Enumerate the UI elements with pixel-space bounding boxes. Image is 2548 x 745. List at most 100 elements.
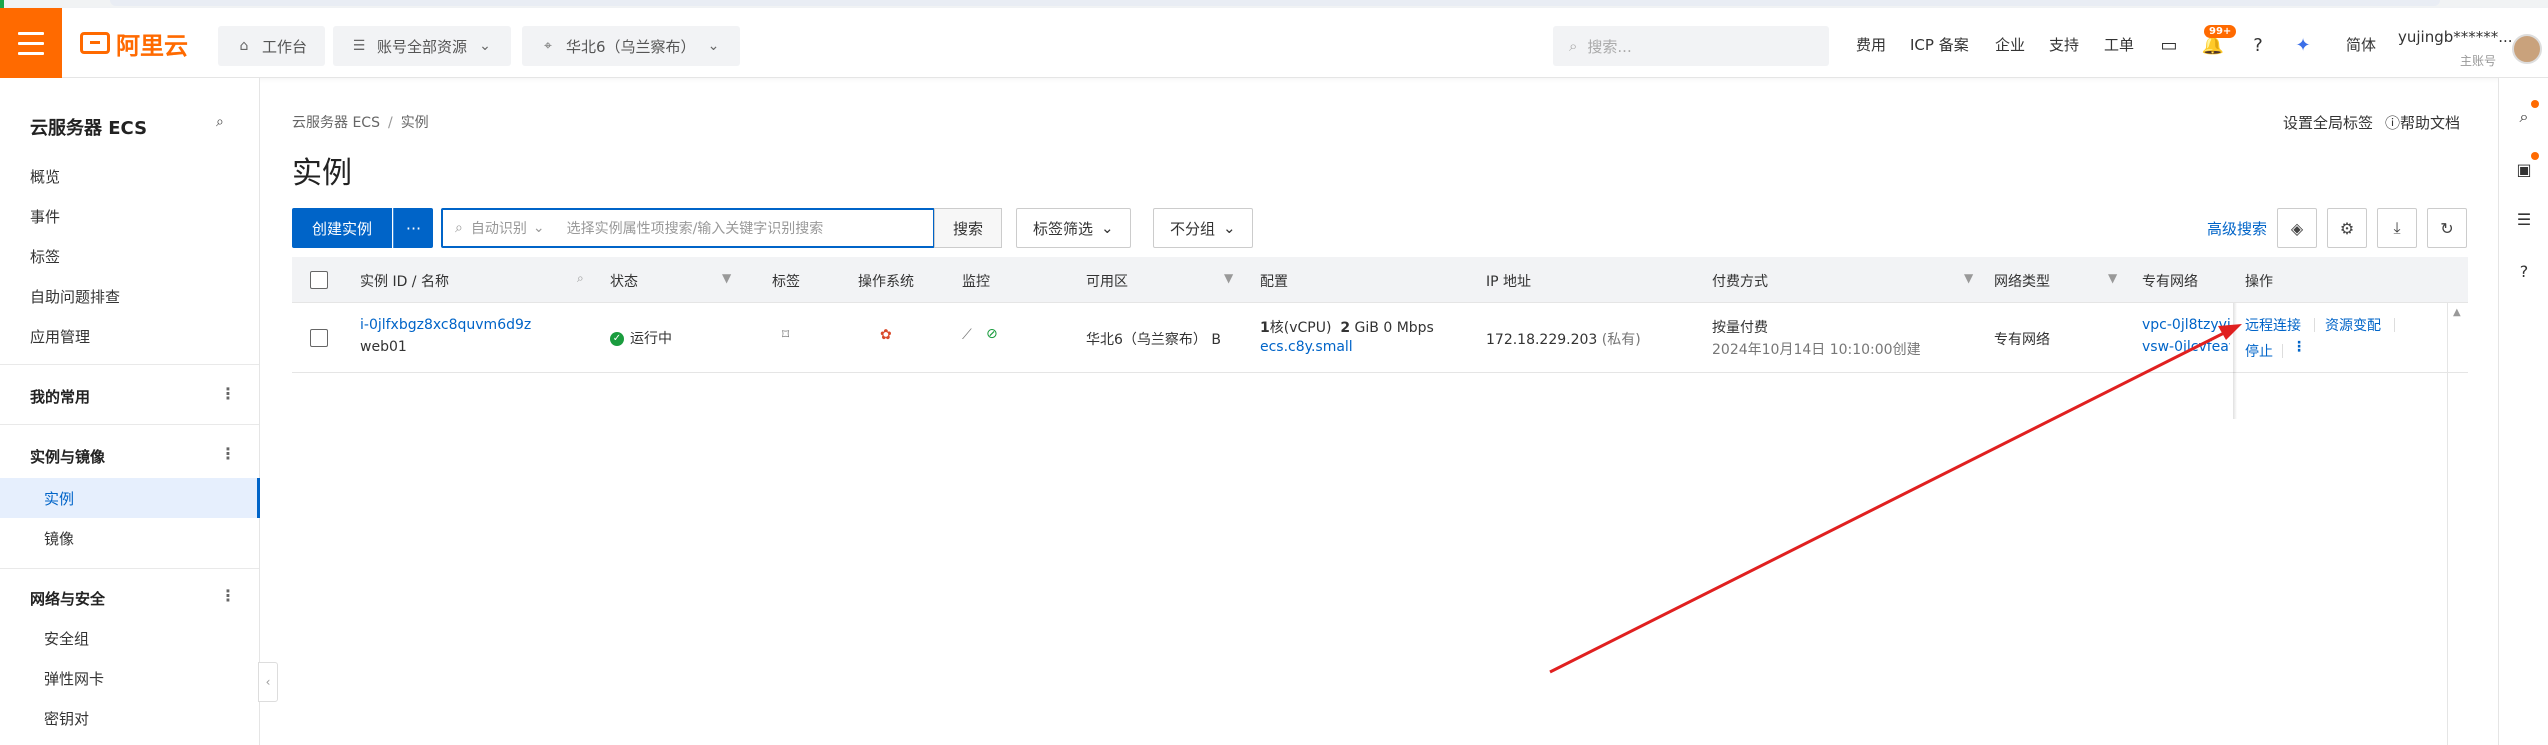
- select-all-checkbox[interactable]: [310, 271, 328, 289]
- help-icon[interactable]: ?: [2513, 260, 2535, 282]
- sidebar-item-eni[interactable]: 弹性网卡: [44, 668, 104, 689]
- region-dropdown[interactable]: ⌖ 华北6（乌兰察布） ⌄: [522, 26, 740, 66]
- create-instance-button[interactable]: 创建实例: [292, 208, 392, 248]
- instance-filter-input[interactable]: ⌕ 自动识别 ⌄ 选择实例属性项搜索/输入关键字识别搜索: [441, 208, 935, 248]
- sidebar-item-tags[interactable]: 标签: [30, 246, 60, 267]
- breadcrumb-instances: 实例: [400, 115, 429, 131]
- list-icon: ☰: [352, 38, 366, 54]
- nav-link-enterprise[interactable]: 企业: [1995, 34, 2025, 55]
- sidebar-item-security-group[interactable]: 安全组: [44, 628, 89, 649]
- sidebar-search-icon[interactable]: ⌕: [216, 114, 224, 130]
- sidebar-item-images[interactable]: 镜像: [44, 528, 74, 549]
- sidebar-item-app-management[interactable]: 应用管理: [30, 326, 90, 347]
- instance-name: web01: [360, 339, 407, 355]
- sidebar-item-troubleshoot[interactable]: 自助问题排查: [30, 286, 120, 307]
- sidebar-group-favorites[interactable]: 我的常用: [30, 386, 90, 407]
- group-dropdown[interactable]: 不分组 ⌄: [1153, 208, 1253, 248]
- sidebar-item-keypair[interactable]: 密钥对: [44, 708, 89, 729]
- more-actions-button[interactable]: ···: [393, 208, 433, 248]
- aliyun-logo-icon: [80, 32, 110, 54]
- home-icon: ⌂: [239, 38, 249, 54]
- remote-connect-link[interactable]: 远程连接: [2245, 315, 2301, 335]
- refresh-icon[interactable]: ↻: [2427, 208, 2467, 248]
- resize-link[interactable]: 资源变配: [2325, 315, 2381, 335]
- breadcrumb-ecs[interactable]: 云服务器 ECS: [292, 115, 380, 131]
- help-docs-link[interactable]: ⓘ帮助文档: [2385, 112, 2460, 133]
- sidebar-group-instances[interactable]: 实例与镜像: [30, 446, 105, 467]
- more-icon[interactable]: ⋮: [220, 384, 236, 403]
- layers-icon[interactable]: ◈: [2277, 208, 2317, 248]
- filter-icon[interactable]: ▼: [1964, 271, 1973, 285]
- search-icon[interactable]: ⌕: [577, 271, 584, 286]
- col-instance-id: 实例 ID / 名称: [360, 274, 449, 290]
- tag-filter-dropdown[interactable]: 标签筛选 ⌄: [1016, 208, 1131, 248]
- stop-link[interactable]: 停止: [2245, 341, 2273, 361]
- global-tags-link[interactable]: 设置全局标签: [2283, 112, 2373, 133]
- menu-icon[interactable]: [0, 8, 62, 78]
- account-resources-dropdown[interactable]: ☰ 账号全部资源 ⌄: [333, 26, 512, 66]
- help-icon[interactable]: ?: [2247, 34, 2269, 56]
- zone-text: 华北6（乌兰察布） B: [1086, 332, 1221, 348]
- chevron-down-icon: ⌄: [707, 38, 720, 54]
- global-search-input[interactable]: ⌕ 搜索...: [1553, 26, 1829, 66]
- scroll-up-icon[interactable]: ▲: [2453, 307, 2461, 318]
- search-button[interactable]: 搜索: [934, 208, 1003, 248]
- more-icon[interactable]: ⋮: [220, 444, 236, 463]
- annotation-arrow-line: [1549, 328, 2231, 674]
- sidebar-item-events[interactable]: 事件: [30, 206, 60, 227]
- chart-icon[interactable]: ⟋: [962, 327, 972, 343]
- status-badge: ✓ 运行中: [610, 328, 672, 348]
- cpu-unit: 核(vCPU): [1269, 320, 1332, 336]
- sidebar-collapse-button[interactable]: ‹: [258, 662, 278, 702]
- nav-link-support[interactable]: 支持: [2049, 34, 2079, 55]
- divider: [0, 364, 259, 365]
- spec-link[interactable]: ecs.c8y.small: [1260, 339, 1353, 355]
- config-text: 1核(vCPU) 2 GiB 0 Mbps: [1260, 317, 1434, 337]
- document-icon[interactable]: ☰: [2513, 208, 2535, 230]
- browser-top-strip: [0, 0, 2548, 70]
- workbench-button[interactable]: ⌂ 工作台: [218, 26, 326, 66]
- os-logo-icon: ✿: [880, 327, 892, 343]
- search-icon[interactable]: ⌕: [2513, 106, 2535, 128]
- nav-link-fees[interactable]: 费用: [1856, 34, 1886, 55]
- table-scrollbar[interactable]: ▲: [2447, 303, 2467, 745]
- filter-icon[interactable]: ▼: [1224, 271, 1233, 285]
- aliyun-logo[interactable]: 阿里云: [80, 30, 188, 60]
- shield-check-icon[interactable]: ⊘: [986, 326, 998, 342]
- avatar[interactable]: [2512, 34, 2542, 64]
- user-name[interactable]: yujingb******...: [2398, 28, 2513, 46]
- more-icon[interactable]: ⋮: [220, 586, 236, 605]
- terminal-icon[interactable]: ▭: [2158, 34, 2180, 56]
- sidebar-item-overview[interactable]: 概览: [30, 166, 60, 187]
- filter-icon[interactable]: ▼: [722, 271, 731, 285]
- ip-type: (私有): [1601, 332, 1641, 348]
- vpc-link[interactable]: vpc-0jl8tzyvil: [2142, 317, 2230, 333]
- filter-placeholder: 选择实例属性项搜索/输入关键字识别搜索: [566, 221, 824, 237]
- sticky-column-shadow: [2233, 303, 2237, 419]
- auto-detect-dropdown[interactable]: 自动识别 ⌄: [471, 218, 545, 238]
- language-switch[interactable]: 简体: [2346, 34, 2376, 55]
- settings-icon[interactable]: ⚙: [2327, 208, 2367, 248]
- auto-detect-label: 自动识别: [470, 221, 527, 237]
- more-ops-icon[interactable]: ⋮: [2292, 339, 2306, 355]
- filter-icon[interactable]: ▼: [2108, 271, 2117, 285]
- top-header: 阿里云 ⌂ 工作台 ☰ 账号全部资源 ⌄ ⌖ 华北6（乌兰察布） ⌄ ⌕ 搜索.…: [0, 8, 2548, 78]
- assistant-icon[interactable]: ✦: [2292, 34, 2314, 56]
- advanced-search-link[interactable]: 高级搜索: [2207, 218, 2267, 239]
- col-billing: 付费方式: [1712, 274, 1768, 290]
- row-checkbox[interactable]: [310, 329, 328, 347]
- check-circle-icon: ✓: [610, 332, 624, 346]
- book-icon[interactable]: ▣: [2513, 158, 2535, 180]
- page-title: 实例: [292, 156, 352, 191]
- download-icon[interactable]: ⤓: [2377, 208, 2417, 248]
- sidebar-group-network[interactable]: 网络与安全: [30, 588, 105, 609]
- created-time: 2024年10月14日 10:10:00创建: [1712, 342, 1921, 358]
- help-docs-label: 帮助文档: [2400, 114, 2461, 132]
- chevron-down-icon: ⌄: [1223, 219, 1236, 237]
- vsw-link[interactable]: vsw-0jlcvfeavr: [2142, 339, 2230, 355]
- sidebar-item-instances[interactable]: 实例: [44, 488, 74, 509]
- tag-icon[interactable]: ⌑: [782, 327, 789, 343]
- nav-link-icp[interactable]: ICP 备案: [1910, 34, 1969, 55]
- instance-id-link[interactable]: i-0jlfxbgz8xc8quvm6d9z: [360, 317, 531, 333]
- nav-link-ticket[interactable]: 工单: [2104, 34, 2134, 55]
